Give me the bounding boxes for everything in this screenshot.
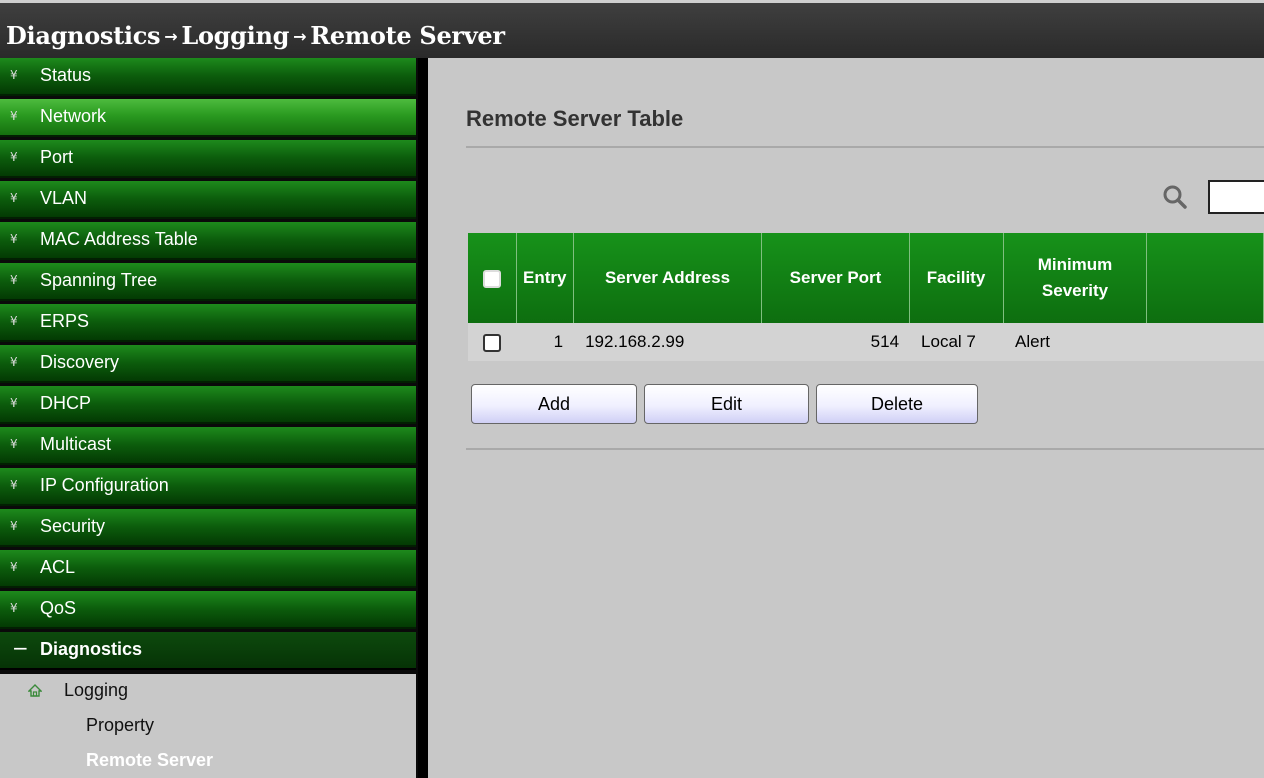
sidebar-item-label: Spanning Tree — [40, 270, 158, 290]
column-server-address[interactable]: Server Address — [573, 233, 763, 323]
sidebar-item-label: ERPS — [40, 311, 90, 331]
sidebar-item-label: Multicast — [40, 434, 112, 454]
sidebar-item-label: QoS — [40, 598, 77, 618]
table-row[interactable]: 1 192.168.2.99 514 Local 7 Alert — [468, 323, 1264, 361]
sidebar-item-discovery[interactable]: ¥ Discovery — [0, 345, 416, 383]
sidebar: ¥ Status ¥ Network ¥ Port ¥ VLAN ¥ MAC Addres… — [0, 58, 418, 778]
cell-more — [1146, 323, 1264, 361]
submenu-logging[interactable]: Logging — [64, 680, 128, 701]
breadcrumb-remote-server: Remote Server — [310, 21, 505, 50]
column-minimum-severity-line2: Severity — [1041, 281, 1109, 300]
sidebar-item-label: IP Configuration — [40, 475, 169, 495]
sidebar-item-label: Security — [40, 516, 106, 536]
chevron-down-icon: ¥ — [10, 191, 18, 205]
breadcrumb-arrow-icon: → — [164, 27, 178, 46]
sidebar-item-label: Status — [40, 65, 92, 85]
column-server-port[interactable]: Server Port — [761, 233, 910, 323]
chevron-down-icon: ¥ — [10, 355, 18, 369]
sidebar-item-label: Port — [40, 147, 74, 167]
sidebar-item-erps[interactable]: ¥ ERPS — [0, 304, 416, 342]
search-icon[interactable] — [1162, 184, 1188, 210]
breadcrumb-diagnostics: Diagnostics — [6, 21, 161, 50]
sidebar-item-label: DHCP — [40, 393, 92, 413]
sidebar-item-network[interactable]: ¥ Network — [0, 99, 416, 137]
collapse-icon: − — [12, 636, 29, 660]
divider — [466, 448, 1264, 450]
chevron-down-icon: ¥ — [10, 150, 18, 164]
sidebar-item-spanning-tree[interactable]: ¥ Spanning Tree — [0, 263, 416, 301]
column-minimum-severity[interactable]: Minimum Severity — [1003, 233, 1148, 323]
sidebar-item-security[interactable]: ¥ Security — [0, 509, 416, 547]
sidebar-item-dhcp[interactable]: ¥ DHCP — [0, 386, 416, 424]
chevron-down-icon: ¥ — [10, 396, 18, 410]
sidebar-item-qos[interactable]: ¥ QoS — [0, 591, 416, 629]
sidebar-item-label: ACL — [40, 557, 76, 577]
chevron-down-icon: ¥ — [10, 109, 18, 123]
page-title: Remote Server Table — [466, 106, 684, 131]
sidebar-item-diagnostics[interactable]: − Diagnostics — [0, 632, 416, 670]
sidebar-item-label: MAC Address Table — [40, 229, 198, 249]
cell-server-port: 514 — [761, 323, 910, 361]
submenu-remote-server[interactable]: Remote Server — [86, 750, 213, 771]
sidebar-item-ip-configuration[interactable]: ¥ IP Configuration — [0, 468, 416, 506]
edit-button[interactable]: Edit — [644, 384, 809, 424]
chevron-down-icon: ¥ — [10, 437, 18, 451]
sidebar-item-label: Network — [40, 106, 107, 126]
sidebar-item-vlan[interactable]: ¥ VLAN — [0, 181, 416, 219]
cell-entry: 1 — [516, 323, 574, 361]
chevron-down-icon: ¥ — [10, 314, 18, 328]
search-input[interactable] — [1208, 180, 1264, 214]
breadcrumb: Diagnostics → Logging → Remote Server — [6, 21, 505, 50]
sidebar-item-port[interactable]: ¥ Port — [0, 140, 416, 178]
divider — [466, 146, 1264, 148]
chevron-down-icon: ¥ — [10, 560, 18, 574]
delete-button[interactable]: Delete — [816, 384, 978, 424]
chevron-down-icon: ¥ — [10, 68, 18, 82]
breadcrumb-logging: Logging — [181, 21, 290, 50]
chevron-down-icon: ¥ — [10, 601, 18, 615]
sidebar-item-acl[interactable]: ¥ ACL — [0, 550, 416, 588]
chevron-down-icon: ¥ — [10, 273, 18, 287]
select-all-header — [468, 233, 517, 323]
cell-facility: Local 7 — [909, 323, 1003, 361]
sidebar-item-status[interactable]: ¥ Status — [0, 58, 416, 96]
row-checkbox[interactable] — [483, 333, 502, 352]
sidebar-item-mac-address-table[interactable]: ¥ MAC Address Table — [0, 222, 416, 260]
remote-server-table: Entry Server Address Server Port Facilit… — [468, 233, 1264, 361]
breadcrumb-arrow-icon: → — [293, 27, 307, 46]
title-bar: Diagnostics → Logging → Remote Server — [0, 0, 1264, 58]
sidebar-item-multicast[interactable]: ¥ Multicast — [0, 427, 416, 465]
select-all-checkbox[interactable] — [482, 269, 501, 288]
main-content: Remote Server Table Entry Server Address… — [428, 58, 1264, 778]
sidebar-item-label: Diagnostics — [40, 639, 143, 659]
table-header-row: Entry Server Address Server Port Facilit… — [468, 233, 1264, 323]
home-icon — [28, 684, 42, 697]
cell-minimum-severity: Alert — [1003, 323, 1147, 361]
sidebar-item-label: VLAN — [40, 188, 88, 208]
column-minimum-severity-line1: Minimum — [1037, 255, 1113, 274]
chevron-down-icon: ¥ — [10, 232, 18, 246]
add-button[interactable]: Add — [471, 384, 637, 424]
chevron-down-icon: ¥ — [10, 519, 18, 533]
column-more — [1146, 233, 1264, 323]
column-facility[interactable]: Facility — [909, 233, 1004, 323]
cell-server-address: 192.168.2.99 — [573, 323, 762, 361]
chevron-down-icon: ¥ — [10, 478, 18, 492]
submenu-property[interactable]: Property — [86, 715, 154, 736]
row-select-cell — [468, 323, 517, 361]
sidebar-item-label: Discovery — [40, 352, 120, 372]
column-entry[interactable]: Entry — [516, 233, 574, 323]
diagnostics-submenu: Logging Property Remote Server — [0, 674, 416, 778]
